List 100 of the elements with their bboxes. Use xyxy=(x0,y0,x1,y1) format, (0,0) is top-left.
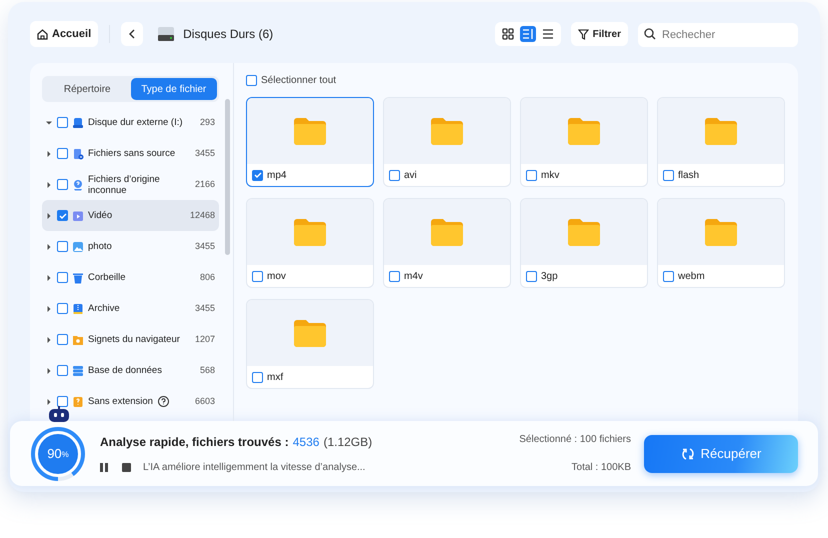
tree-item-label: Corbeille xyxy=(88,272,126,283)
scrollbar[interactable] xyxy=(225,99,230,255)
item-count: 806 xyxy=(200,270,215,284)
tree-item-label: photo xyxy=(88,241,112,252)
drive-icon xyxy=(72,116,84,128)
checkbox[interactable] xyxy=(389,170,400,180)
folder-icon xyxy=(293,319,327,347)
tree-item-label: Fichiers sans source xyxy=(88,148,176,159)
filter-button[interactable]: Filtrer xyxy=(570,22,628,46)
folder-card[interactable]: mkv xyxy=(520,97,648,187)
tab[interactable]: Type de fichier xyxy=(130,78,217,100)
question-file-icon xyxy=(72,396,84,408)
tree-item[interactable]: Vidéo 12468 xyxy=(42,200,219,231)
tree-item[interactable]: Archive 3455 xyxy=(42,293,219,324)
checkbox[interactable] xyxy=(57,396,68,407)
checkbox[interactable] xyxy=(252,270,263,282)
checkbox[interactable] xyxy=(57,241,68,252)
tree-item[interactable]: Signets du navigateur 1207 xyxy=(42,324,219,355)
pause-button[interactable] xyxy=(100,462,108,472)
tree-item[interactable]: Disque dur externe (I:) 293 xyxy=(42,107,219,138)
checkbox[interactable] xyxy=(526,170,537,180)
collapsed-caret-icon[interactable] xyxy=(46,336,52,342)
tree-item-label: Sans extension xyxy=(88,396,153,407)
collapsed-caret-icon[interactable] xyxy=(46,274,52,280)
folder-icon xyxy=(704,218,738,246)
help-icon[interactable] xyxy=(158,396,169,407)
file-minus-icon xyxy=(72,148,84,160)
folder-icon xyxy=(293,117,327,145)
collapsed-caret-icon[interactable] xyxy=(46,368,52,374)
item-count: 293 xyxy=(200,116,215,129)
tree-item[interactable]: Base de données 568 xyxy=(42,355,219,386)
grid-view-icon xyxy=(502,28,514,40)
stop-button[interactable] xyxy=(122,462,131,472)
checkbox[interactable] xyxy=(57,303,68,314)
folder-name: mxf xyxy=(267,370,284,384)
view-mode-button[interactable] xyxy=(500,26,516,42)
filter-icon xyxy=(578,28,589,40)
folder-card[interactable]: webm xyxy=(657,198,785,288)
tree-item-label: Signets du navigateur xyxy=(88,334,180,345)
checkbox[interactable] xyxy=(57,148,68,159)
tree-item[interactable]: Sans extension 6603 xyxy=(42,386,219,417)
folder-card[interactable]: mov xyxy=(246,198,374,288)
checkbox[interactable] xyxy=(57,365,68,376)
checkbox[interactable] xyxy=(663,170,674,180)
folder-card[interactable]: 3gp xyxy=(520,198,648,288)
checkbox[interactable] xyxy=(57,272,68,283)
checkbox[interactable] xyxy=(526,270,537,282)
folder-card[interactable]: mp4 xyxy=(246,97,374,187)
item-count: 3455 xyxy=(194,240,215,253)
item-count: 1207 xyxy=(194,332,215,346)
collapsed-caret-icon[interactable] xyxy=(46,398,52,404)
folder-title: Disques Durs (6) xyxy=(183,26,274,43)
folder-name: flash xyxy=(678,168,700,182)
back-button[interactable] xyxy=(121,22,144,46)
folder-card[interactable]: avi xyxy=(383,97,511,187)
tab[interactable]: Répertoire xyxy=(44,78,130,100)
expanded-caret-icon[interactable] xyxy=(46,120,52,126)
folder-icon xyxy=(430,117,464,145)
tree-item[interactable]: photo 3455 xyxy=(42,231,219,262)
video-icon xyxy=(72,210,84,222)
tree-item[interactable]: Fichiers d’origine inconnue 2166 xyxy=(42,169,219,200)
folder-icon xyxy=(293,218,327,246)
refresh-icon xyxy=(680,446,695,460)
tree-item-label: Vidéo xyxy=(88,210,112,221)
collapsed-caret-icon[interactable] xyxy=(46,212,52,218)
tree-item[interactable]: Corbeille 806 xyxy=(42,262,219,293)
folder-name: m4v xyxy=(404,270,423,284)
search-field[interactable]: Rechecher xyxy=(638,23,798,47)
checkbox[interactable] xyxy=(389,270,400,282)
search-icon xyxy=(644,28,656,40)
item-count: 12468 xyxy=(190,208,215,222)
home-button[interactable]: Accueil xyxy=(30,21,98,47)
item-count: 3455 xyxy=(194,146,215,160)
folder-card[interactable]: flash xyxy=(657,97,785,187)
folder-icon xyxy=(567,117,601,145)
tree-item[interactable]: Fichiers sans source 3455 xyxy=(42,138,219,169)
detail-view-icon xyxy=(522,28,534,40)
collapsed-caret-icon[interactable] xyxy=(46,244,52,250)
checkbox[interactable] xyxy=(252,170,263,180)
checkbox[interactable] xyxy=(57,334,68,345)
folder-card[interactable]: m4v xyxy=(383,198,511,288)
collapsed-caret-icon[interactable] xyxy=(46,182,52,188)
item-count: 6603 xyxy=(194,394,215,408)
checkbox[interactable] xyxy=(57,117,68,128)
home-icon xyxy=(37,28,48,40)
select-all-checkbox[interactable] xyxy=(246,74,257,86)
checkbox[interactable] xyxy=(57,179,68,190)
tree-item-label: Archive xyxy=(88,303,120,314)
folder-card[interactable]: mxf xyxy=(246,299,374,389)
folder-name: webm xyxy=(678,270,705,284)
star-folder-icon xyxy=(72,334,84,346)
item-count: 568 xyxy=(200,364,215,377)
percent-sign: % xyxy=(62,448,69,460)
collapsed-caret-icon[interactable] xyxy=(46,306,52,312)
checkbox[interactable] xyxy=(663,270,674,282)
checkbox[interactable] xyxy=(57,210,68,221)
checkbox[interactable] xyxy=(252,372,263,382)
folder-name: mkv xyxy=(541,168,560,182)
select-all-label: Sélectionner tout xyxy=(261,74,336,88)
collapsed-caret-icon[interactable] xyxy=(46,150,52,156)
